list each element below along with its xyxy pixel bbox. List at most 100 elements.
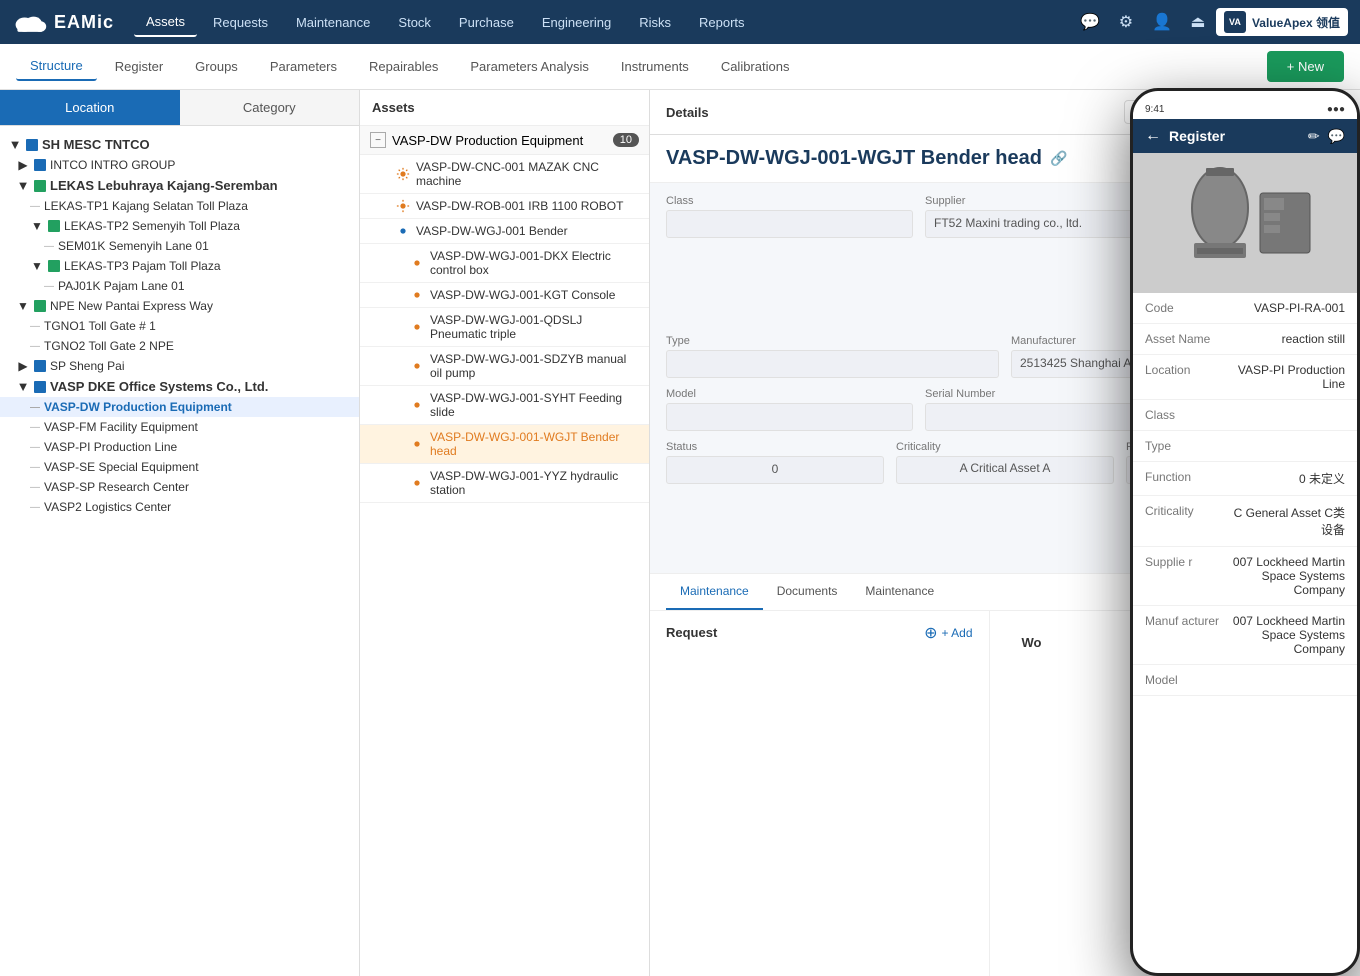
asset-item-qdslj[interactable]: VASP-DW-WGJ-001-QDSLJ Pneumatic triple <box>360 308 649 347</box>
gear-icon <box>410 359 424 373</box>
top-navigation: EAMic Assets Requests Maintenance Stock … <box>0 0 1360 44</box>
tab-documents[interactable]: Documents <box>763 574 852 610</box>
tree-item-npe[interactable]: ▼ NPE New Pantai Express Way <box>0 296 359 316</box>
tree-item-label: LEKAS-TP3 Pajam Toll Plaza <box>64 259 221 273</box>
tree-item-sp[interactable]: ▶ SP Sheng Pai <box>0 356 359 376</box>
external-link-icon[interactable]: 🔗 <box>1050 150 1067 167</box>
expand-icon: ▼ <box>16 179 30 193</box>
tab-parameters-analysis[interactable]: Parameters Analysis <box>456 53 603 80</box>
tree-item-paj01k[interactable]: — PAJ01K Pajam Lane 01 <box>0 276 359 296</box>
phone-back-button[interactable]: ← <box>1145 127 1161 145</box>
nav-stock[interactable]: Stock <box>386 9 443 36</box>
gear-icon <box>396 199 410 213</box>
nav-reports[interactable]: Reports <box>687 9 757 36</box>
tab-maintenance2[interactable]: Maintenance <box>851 574 948 610</box>
asset-group-header[interactable]: − VASP-DW Production Equipment 10 <box>360 126 649 155</box>
tree-item-lekas-tp3[interactable]: ▼ LEKAS-TP3 Pajam Toll Plaza <box>0 256 359 276</box>
phone-row-supplier: Supplie r 007 Lockheed Martin Space Syst… <box>1133 547 1357 606</box>
tree-item-sem01k[interactable]: — SEM01K Semenyih Lane 01 <box>0 236 359 256</box>
phone-nav-title: Register <box>1169 128 1300 144</box>
phone-row-asset-name: Asset Name reaction still <box>1133 324 1357 355</box>
location-toggle-btn[interactable]: Location <box>0 90 180 125</box>
value-apex-badge[interactable]: VA ValueApex 领值 <box>1216 8 1348 36</box>
logo[interactable]: EAMic <box>12 8 114 36</box>
tree-item-tgno2[interactable]: — TGNO2 Toll Gate 2 NPE <box>0 336 359 356</box>
tree-item-vasp-dw[interactable]: — VASP-DW Production Equipment <box>0 397 359 417</box>
tab-calibrations[interactable]: Calibrations <box>707 53 804 80</box>
form-group-criticality: Criticality A Critical Asset A <box>896 441 1114 484</box>
tab-instruments[interactable]: Instruments <box>607 53 703 80</box>
nav-maintenance[interactable]: Maintenance <box>284 9 382 36</box>
type-input[interactable] <box>666 350 999 378</box>
asset-item-wgj[interactable]: VASP-DW-WGJ-001 Bender <box>360 219 649 244</box>
tree-item-vasp2[interactable]: — VASP2 Logistics Center <box>0 497 359 517</box>
chat-icon[interactable]: 💬 <box>1076 8 1104 36</box>
status-input[interactable]: 0 <box>666 456 884 484</box>
asset-item-dkx[interactable]: VASP-DW-WGJ-001-DKX Electric control box <box>360 244 649 283</box>
asset-item-sdzyb[interactable]: VASP-DW-WGJ-001-SDZYB manual oil pump <box>360 347 649 386</box>
user-icon[interactable]: 👤 <box>1148 8 1176 36</box>
tree-item-vasp-sp[interactable]: — VASP-SP Research Center <box>0 477 359 497</box>
phone-overlay: 9:41 ●●● ← Register ✏ 💬 <box>1130 88 1360 976</box>
phone-edit-icon[interactable]: ✏ <box>1308 128 1320 145</box>
nav-engineering[interactable]: Engineering <box>530 9 623 36</box>
asset-item-syht[interactable]: VASP-DW-WGJ-001-SYHT Feeding slide <box>360 386 649 425</box>
tree-item-vasp-se[interactable]: — VASP-SE Special Equipment <box>0 457 359 477</box>
phone-nav-bar: ← Register ✏ 💬 <box>1133 119 1357 153</box>
value-apex-name: ValueApex 领值 <box>1252 14 1340 31</box>
tree-item-vasp-pi[interactable]: — VASP-PI Production Line <box>0 437 359 457</box>
phone-asset-name-value: reaction still <box>1225 332 1345 346</box>
model-input[interactable] <box>666 403 913 431</box>
tree-item-label: VASP-FM Facility Equipment <box>44 420 198 434</box>
phone-manufacturer-label: Manuf acturer <box>1145 614 1225 628</box>
tab-register[interactable]: Register <box>101 53 177 80</box>
dash-icon: — <box>30 341 40 352</box>
tree-item-lekas-tp2[interactable]: ▼ LEKAS-TP2 Semenyih Toll Plaza <box>0 216 359 236</box>
add-request-button[interactable]: ⊕ + Add <box>924 623 972 643</box>
tree-item-label: VASP DKE Office Systems Co., Ltd. <box>50 379 268 394</box>
logout-icon[interactable]: ⏏ <box>1184 8 1212 36</box>
tab-parameters[interactable]: Parameters <box>256 53 351 80</box>
asset-item-wgjt[interactable]: VASP-DW-WGJ-001-WGJT Bender head <box>360 425 649 464</box>
tree-item-sh-mesc[interactable]: ▼ SH MESC TNTCO <box>0 134 359 155</box>
dash-icon: — <box>30 201 40 212</box>
tree-item-intco[interactable]: ▶ INTCO INTRO GROUP <box>0 155 359 175</box>
asset-item-rob[interactable]: VASP-DW-ROB-001 IRB 1100 ROBOT <box>360 194 649 219</box>
asset-item-kgt[interactable]: VASP-DW-WGJ-001-KGT Console <box>360 283 649 308</box>
expand-icon: ▼ <box>16 299 30 313</box>
request-section: Request ⊕ + Add <box>650 611 989 663</box>
app-logo-text: EAMic <box>54 12 114 33</box>
nav-requests[interactable]: Requests <box>201 9 280 36</box>
tree-item-lekas-tp1[interactable]: — LEKAS-TP1 Kajang Selatan Toll Plaza <box>0 196 359 216</box>
nav-risks[interactable]: Risks <box>627 9 683 36</box>
asset-item-yyz[interactable]: VASP-DW-WGJ-001-YYZ hydraulic station <box>360 464 649 503</box>
asset-item-label: VASP-DW-WGJ-001-WGJT Bender head <box>430 430 639 458</box>
dash-icon: — <box>30 422 40 433</box>
tree-item-vasp-dke[interactable]: ▼ VASP DKE Office Systems Co., Ltd. <box>0 376 359 397</box>
tree-item-lekas[interactable]: ▼ LEKAS Lebuhraya Kajang-Seremban <box>0 175 359 196</box>
phone-row-code: Code VASP-PI-RA-001 <box>1133 293 1357 324</box>
new-button[interactable]: + New <box>1267 51 1344 82</box>
class-input[interactable] <box>666 210 913 238</box>
tree-node-icon <box>34 360 46 372</box>
details-title: Details <box>666 105 709 120</box>
tree-item-label: SP Sheng Pai <box>50 359 125 373</box>
criticality-input[interactable]: A Critical Asset A <box>896 456 1114 484</box>
nav-assets[interactable]: Assets <box>134 8 197 37</box>
settings-icon[interactable]: ⚙ <box>1112 8 1140 36</box>
category-toggle-btn[interactable]: Category <box>180 90 360 125</box>
tree-item-label: LEKAS-TP2 Semenyih Toll Plaza <box>64 219 240 233</box>
tab-repairables[interactable]: Repairables <box>355 53 452 80</box>
phone-location-value: VASP-PI Production Line <box>1225 363 1345 391</box>
phone-chat-icon[interactable]: 💬 <box>1328 128 1345 145</box>
tab-maintenance[interactable]: Maintenance <box>666 574 763 610</box>
tree-item-vasp-fm[interactable]: — VASP-FM Facility Equipment <box>0 417 359 437</box>
asset-item-cnc[interactable]: VASP-DW-CNC-001 MAZAK CNC machine <box>360 155 649 194</box>
expand-icon: ▼ <box>8 138 22 152</box>
tab-structure[interactable]: Structure <box>16 52 97 81</box>
gear-icon <box>410 437 424 451</box>
tree-item-tgno1[interactable]: — TGNO1 Toll Gate # 1 <box>0 316 359 336</box>
tree-item-label: TGNO2 Toll Gate 2 NPE <box>44 339 174 353</box>
nav-purchase[interactable]: Purchase <box>447 9 526 36</box>
tab-groups[interactable]: Groups <box>181 53 252 80</box>
